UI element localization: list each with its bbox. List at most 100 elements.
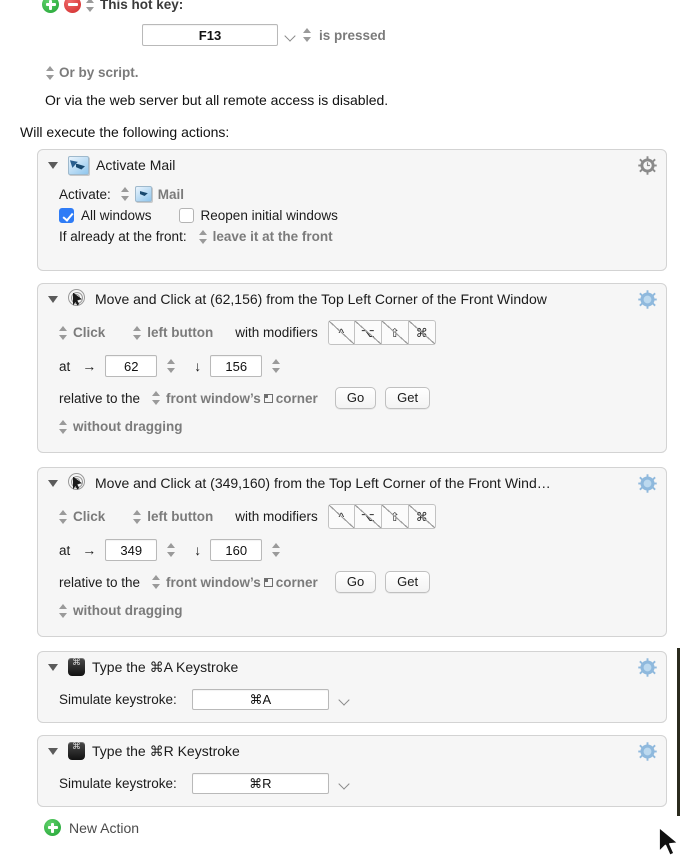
- keystroke-input[interactable]: ⌘R: [191, 773, 329, 794]
- relative-to-stepper-icon[interactable]: [152, 575, 161, 589]
- get-button[interactable]: Get: [385, 571, 431, 593]
- front-behaviour-stepper-icon[interactable]: [198, 229, 208, 244]
- click-config-row: Click left button with modifiers ^ ⌥ ⇧ ⌘: [59, 320, 666, 345]
- mouse-button-stepper-icon[interactable]: [133, 509, 142, 524]
- gear-icon[interactable]: [638, 290, 657, 309]
- mail-app-icon-small: [134, 186, 152, 202]
- actions-header-label: Will execute the following actions:: [20, 124, 230, 140]
- gear-icon[interactable]: [638, 742, 657, 761]
- modifier-command-button[interactable]: ⌘: [408, 320, 436, 345]
- corner-target-icon[interactable]: [263, 393, 273, 403]
- right-arrow-icon: →: [82, 542, 97, 558]
- y-coordinate-stepper-icon[interactable]: [272, 543, 281, 557]
- action-header[interactable]: Move and Click at (62,156) from the Top …: [38, 284, 666, 314]
- relative-to-label: relative to the: [59, 574, 141, 590]
- add-trigger-button[interactable]: [42, 0, 59, 13]
- modifier-option-button[interactable]: ⌥: [354, 320, 382, 345]
- disclosure-triangle-icon[interactable]: [48, 663, 58, 671]
- keystroke-input[interactable]: ⌘A: [191, 689, 329, 710]
- mail-app-icon: [68, 155, 89, 175]
- script-trigger-stepper-icon[interactable]: [46, 65, 55, 80]
- action-body: Activate: Mail All windows Reopen initia…: [38, 186, 666, 253]
- right-arrow-icon: →: [82, 358, 97, 374]
- action-type-keystroke-2[interactable]: Type the ⌘R Keystroke Simulate keystroke…: [37, 735, 667, 807]
- y-coordinate-input[interactable]: 156: [210, 355, 263, 377]
- modifier-shift-button[interactable]: ⇧: [381, 504, 409, 529]
- new-action-button[interactable]: New Action: [44, 819, 139, 836]
- relative-to-label: relative to the: [59, 390, 141, 406]
- target-app-label: Mail: [157, 186, 185, 202]
- corner-target-icon[interactable]: [263, 577, 273, 587]
- at-label: at: [59, 358, 71, 374]
- go-button[interactable]: Go: [334, 387, 377, 409]
- new-action-label: New Action: [69, 819, 140, 836]
- action-activate-mail[interactable]: Activate Mail Activate: Mail All windows…: [37, 149, 667, 271]
- action-header[interactable]: Activate Mail: [38, 150, 666, 180]
- chevron-down-icon[interactable]: [339, 778, 350, 789]
- hotkey-field-row: F13 is pressed: [0, 24, 386, 46]
- disclosure-triangle-icon[interactable]: [48, 479, 58, 487]
- corner-label: corner: [275, 390, 318, 406]
- window-edge-strip: [677, 648, 680, 816]
- action-header[interactable]: Type the ⌘A Keystroke: [38, 652, 666, 682]
- remove-trigger-button[interactable]: [64, 0, 81, 13]
- click-action-stepper-icon[interactable]: [59, 325, 68, 340]
- mouse-button-stepper-icon[interactable]: [133, 325, 142, 340]
- y-coordinate-stepper-icon[interactable]: [272, 359, 281, 373]
- reopen-initial-windows-checkbox[interactable]: [178, 208, 194, 223]
- action-type-keystroke-1[interactable]: Type the ⌘A Keystroke Simulate keystroke…: [37, 651, 667, 723]
- action-title: Type the ⌘R Keystroke: [92, 742, 240, 759]
- add-action-icon[interactable]: [44, 819, 61, 836]
- action-title: Activate Mail: [96, 157, 176, 173]
- modifier-option-button[interactable]: ⌥: [354, 504, 382, 529]
- disclosure-triangle-icon[interactable]: [48, 161, 58, 169]
- dragging-value: without dragging: [73, 419, 183, 434]
- simulate-keystroke-row: Simulate keystroke: ⌘R: [59, 773, 666, 794]
- modifier-control-button[interactable]: ^: [327, 320, 355, 345]
- activate-row: Activate: Mail: [59, 186, 666, 202]
- dragging-stepper-icon[interactable]: [59, 603, 68, 618]
- get-button[interactable]: Get: [385, 387, 431, 409]
- all-windows-checkbox[interactable]: [59, 208, 74, 223]
- action-move-and-click-1[interactable]: Move and Click at (62,156) from the Top …: [37, 283, 667, 453]
- web-server-note: Or via the web server but all remote acc…: [45, 92, 389, 108]
- action-body: Simulate keystroke: ⌘A: [38, 689, 666, 719]
- modifier-shift-button[interactable]: ⇧: [381, 320, 409, 345]
- relative-to-value: front window’s: [166, 390, 261, 406]
- activate-app-stepper-icon[interactable]: [120, 187, 130, 201]
- dragging-stepper-icon[interactable]: [59, 419, 68, 434]
- disclosure-triangle-icon[interactable]: [48, 295, 58, 303]
- gear-icon[interactable]: [638, 658, 657, 677]
- action-header[interactable]: Type the ⌘R Keystroke: [38, 736, 666, 766]
- action-header[interactable]: Move and Click at (349,160) from the Top…: [38, 468, 666, 498]
- chevron-down-icon[interactable]: [339, 694, 350, 705]
- y-coordinate-input[interactable]: 160: [210, 539, 263, 561]
- click-action-stepper-icon[interactable]: [59, 509, 68, 524]
- x-coordinate-input[interactable]: 62: [105, 355, 158, 377]
- modifier-control-button[interactable]: ^: [327, 504, 355, 529]
- relative-to-row: relative to the front window’s corner Go…: [59, 571, 666, 593]
- gear-icon[interactable]: [638, 474, 657, 493]
- dragging-row: without dragging: [59, 603, 666, 618]
- gear-icon[interactable]: [638, 156, 657, 175]
- trigger-type-stepper-icon[interactable]: [86, 0, 95, 12]
- hotkey-condition-stepper-icon[interactable]: [303, 28, 312, 42]
- action-title: Move and Click at (62,156) from the Top …: [95, 291, 547, 307]
- at-label: at: [59, 542, 71, 558]
- simulate-keystroke-row: Simulate keystroke: ⌘A: [59, 689, 666, 710]
- hotkey-trigger-row: This hot key:: [0, 0, 183, 13]
- hotkey-input[interactable]: F13: [142, 24, 278, 46]
- x-coordinate-stepper-icon[interactable]: [167, 359, 176, 373]
- action-move-and-click-2[interactable]: Move and Click at (349,160) from the Top…: [37, 467, 667, 637]
- disclosure-triangle-icon[interactable]: [48, 747, 58, 755]
- go-button[interactable]: Go: [334, 571, 377, 593]
- modifier-command-button[interactable]: ⌘: [408, 504, 436, 529]
- x-coordinate-input[interactable]: 349: [105, 539, 158, 561]
- down-arrow-icon: ↓: [194, 358, 202, 374]
- simulate-keystroke-label: Simulate keystroke:: [59, 776, 177, 791]
- click-ripple-icon: [68, 289, 88, 309]
- x-coordinate-stepper-icon[interactable]: [167, 543, 176, 557]
- activate-label: Activate:: [59, 186, 111, 202]
- chevron-down-icon[interactable]: [285, 30, 296, 41]
- relative-to-stepper-icon[interactable]: [152, 391, 161, 405]
